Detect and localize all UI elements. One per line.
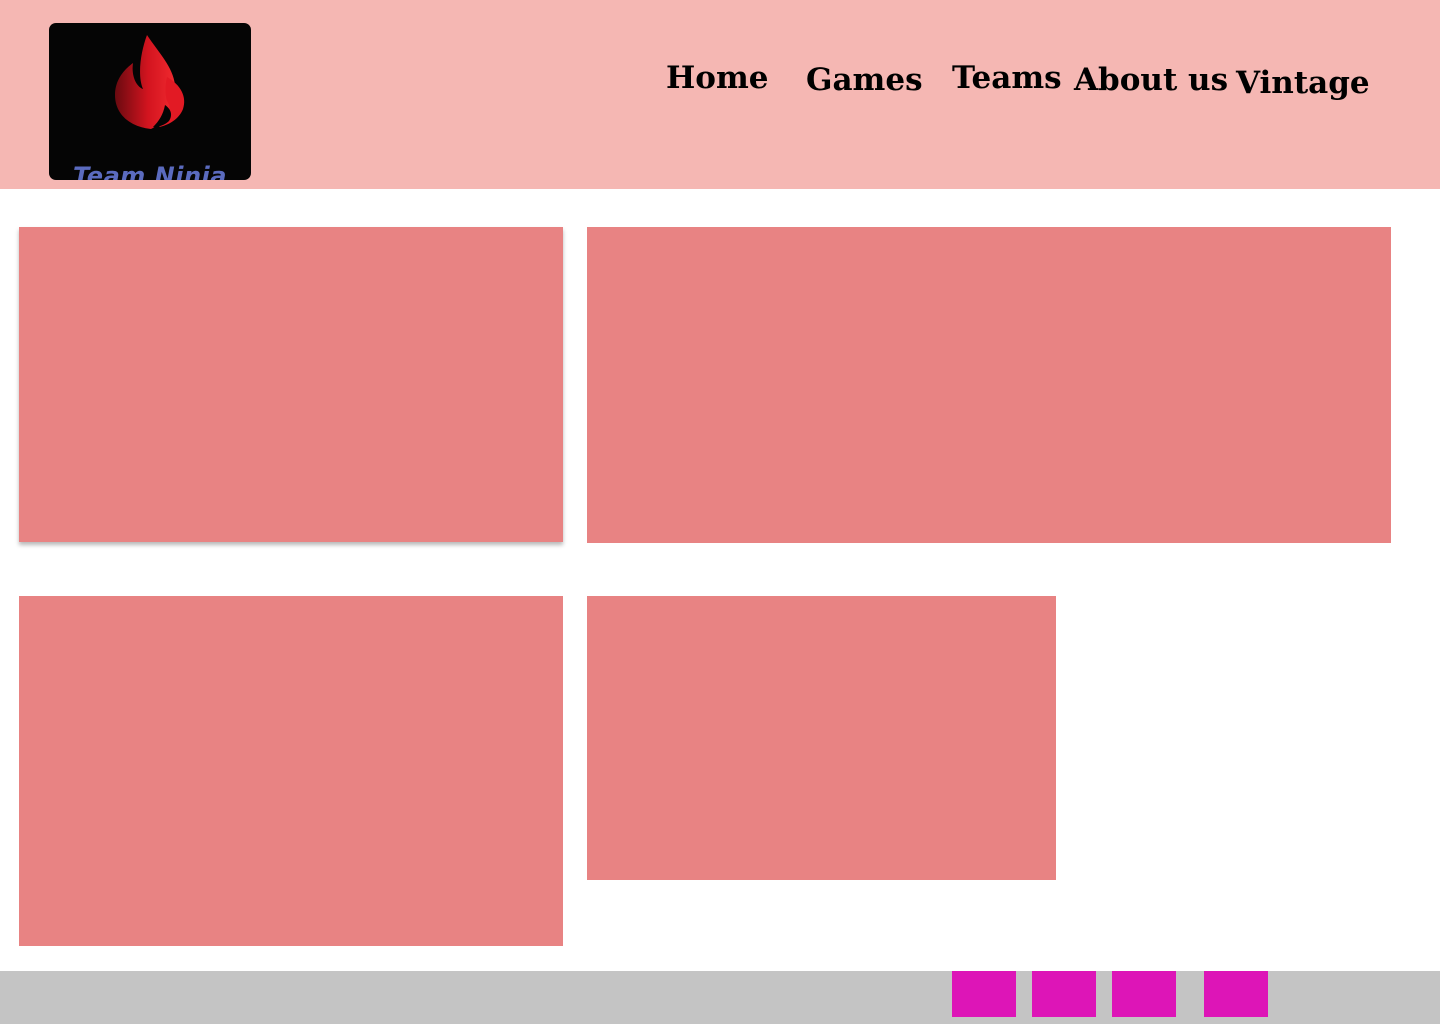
flame-icon [115, 35, 185, 129]
nav-vintage[interactable]: Vintage [1236, 68, 1370, 99]
team-ninja-logo[interactable]: Team Ninja [49, 23, 251, 180]
logo-text: Team Ninja [73, 162, 227, 180]
social-button-1[interactable] [952, 971, 1016, 1017]
social-button-4[interactable] [1204, 971, 1268, 1017]
nav-games[interactable]: Games [806, 65, 923, 96]
content-card-3[interactable] [19, 596, 563, 946]
nav-about-us[interactable]: About us [1074, 65, 1228, 96]
nav-home[interactable]: Home [666, 63, 769, 94]
site-footer [0, 971, 1440, 1024]
content-card-1[interactable] [19, 227, 563, 542]
nav-teams[interactable]: Teams [952, 63, 1062, 94]
site-header: Team Ninja Home Games Teams About us Vin… [0, 0, 1440, 189]
content-card-4[interactable] [587, 596, 1056, 880]
social-button-3[interactable] [1112, 971, 1176, 1017]
social-button-2[interactable] [1032, 971, 1096, 1017]
content-card-2[interactable] [587, 227, 1391, 543]
